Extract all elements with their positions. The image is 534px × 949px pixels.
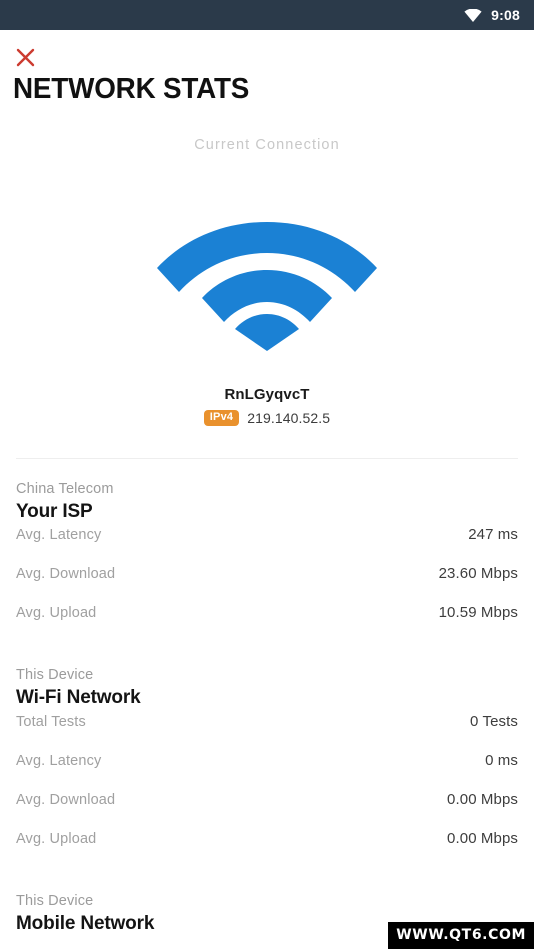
section-your-isp: China Telecom Your ISP Avg. Latency 247 …	[0, 480, 534, 643]
stat-value: 247 ms	[468, 526, 518, 544]
stat-label: Avg. Latency	[16, 752, 102, 769]
current-connection-label: Current Connection	[194, 137, 340, 153]
section-wifi-network: This Device Wi-Fi Network Total Tests 0 …	[0, 666, 534, 868]
stat-label: Avg. Latency	[16, 527, 102, 544]
close-button[interactable]	[12, 44, 38, 70]
ip-address-value: 219.140.52.5	[247, 410, 331, 426]
stats-sections: China Telecom Your ISP Avg. Latency 247 …	[0, 480, 534, 938]
stat-row: Avg. Latency 247 ms	[16, 526, 518, 565]
section-divider	[16, 458, 518, 459]
stat-row: Total Tests 0 Tests	[16, 713, 518, 752]
wifi-icon	[464, 8, 482, 22]
status-time: 9:08	[491, 7, 520, 23]
stat-label: Total Tests	[16, 713, 86, 730]
stat-value: 23.60 Mbps	[438, 565, 518, 583]
watermark-text: WWW.QT6.COM	[396, 927, 526, 943]
stat-label: Avg. Download	[16, 791, 116, 808]
status-bar: 9:08	[0, 0, 534, 30]
stat-label: Avg. Upload	[16, 830, 97, 847]
stat-value: 0.00 Mbps	[447, 790, 518, 808]
stat-row: Avg. Upload 0.00 Mbps	[16, 830, 518, 869]
section-title: Wi-Fi Network	[16, 687, 141, 709]
ip-address-row: IPv4 219.140.52.5	[0, 410, 534, 426]
section-subtitle: China Telecom	[16, 481, 114, 497]
stat-value: 0 ms	[485, 751, 518, 769]
stat-label: Avg. Download	[16, 566, 116, 583]
section-subtitle: This Device	[16, 892, 94, 909]
stat-value: 0.00 Mbps	[447, 829, 518, 847]
watermark: WWW.QT6.COM	[388, 922, 534, 949]
stat-row: Avg. Download 0.00 Mbps	[16, 791, 518, 830]
stat-row: Avg. Download 23.60 Mbps	[16, 565, 518, 604]
stat-row: Avg. Latency 0 ms	[16, 752, 518, 791]
ip-version-badge: IPv4	[203, 410, 240, 426]
section-subtitle: This Device	[16, 667, 94, 684]
stat-row: Avg. Upload 10.59 Mbps	[16, 604, 518, 643]
stat-value: 0 Tests	[470, 712, 518, 730]
stat-label: Avg. Upload	[16, 605, 97, 622]
close-x-icon	[16, 48, 35, 67]
wifi-signal-icon	[0, 196, 534, 351]
page-title: NETWORK STATS	[13, 73, 250, 105]
ssid-label: RnLGyqvcT	[224, 386, 310, 403]
section-title: Your ISP	[16, 500, 93, 522]
stat-value: 10.59 Mbps	[438, 604, 518, 622]
